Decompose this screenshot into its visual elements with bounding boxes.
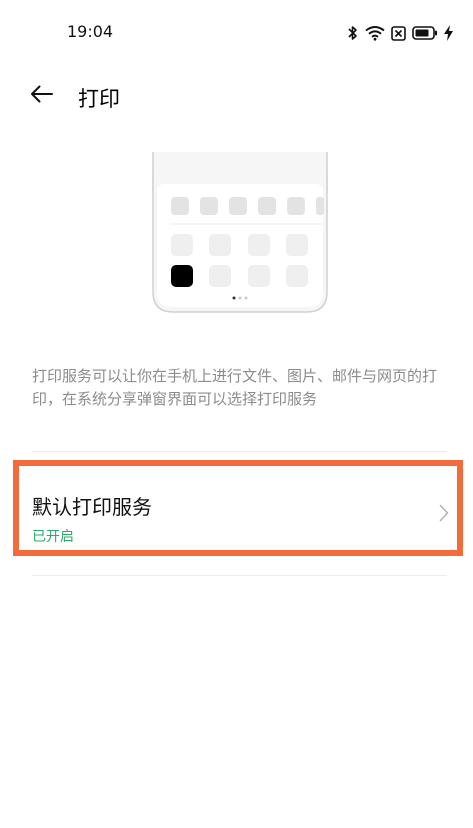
default-print-service-status: 已开启 xyxy=(32,529,74,545)
bluetooth-icon xyxy=(347,25,359,41)
divider-bottom xyxy=(32,575,447,576)
page-title: 打印 xyxy=(78,87,120,111)
share-sheet-illustration xyxy=(152,152,328,313)
divider-top xyxy=(32,451,447,452)
status-time: 19:04 xyxy=(67,22,114,41)
app-bar: 打印 xyxy=(0,66,473,126)
status-bar: 19:04 xyxy=(0,0,473,66)
back-button[interactable] xyxy=(26,80,58,112)
status-icons xyxy=(347,23,453,43)
charging-icon xyxy=(444,25,453,41)
chevron-right-icon xyxy=(439,504,449,526)
wifi-icon xyxy=(365,25,385,41)
default-print-service-title: 默认打印服务 xyxy=(32,495,152,519)
arrow-left-icon xyxy=(30,85,54,107)
print-service-description: 打印服务可以让你在手机上进行文件、图片、邮件与网页的打印，在系统分享弹窗界面可以… xyxy=(32,367,438,408)
default-print-service-item[interactable]: 默认打印服务 已开启 xyxy=(13,460,463,556)
battery-icon xyxy=(412,26,438,40)
sim-no-signal-icon xyxy=(391,25,406,41)
